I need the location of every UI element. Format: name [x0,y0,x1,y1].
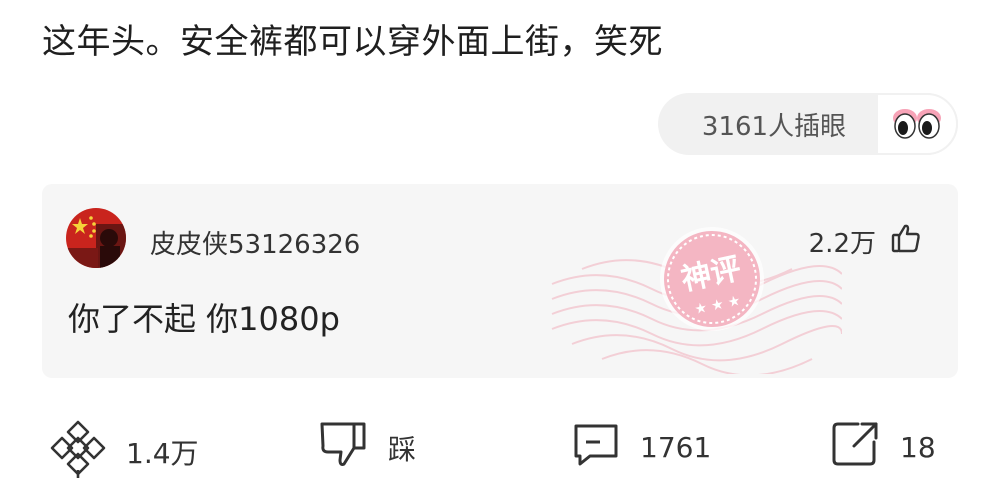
peek-button[interactable]: 3161人插眼 [658,93,958,155]
thumbs-down-icon [318,418,370,477]
share-count: 18 [900,431,936,464]
comment-count: 1761 [640,431,712,464]
share-like-count: 1.4万 [126,436,199,470]
dislike-button[interactable]: 踩 [318,418,416,477]
post-text: 这年头。安全裤都可以穿外面上街，笑死 [42,22,663,62]
god-comment-stamp-icon: 神评 ★ ★ ★ [542,214,843,377]
avatar[interactable] [66,208,126,268]
knot-icon [48,418,108,485]
share-icon [830,418,882,477]
comment-button[interactable]: 1761 [570,418,711,477]
peek-count: 3161人插眼 [701,111,847,142]
eyes-icon [876,93,958,155]
share-like-button[interactable]: 1.4万 [48,418,199,485]
comment-username[interactable]: 皮皮侠53126326 [150,224,360,261]
action-bar: 1.4万 踩 1761 18 [0,400,1000,490]
dislike-label: 踩 [388,432,417,466]
share-button[interactable]: 18 [830,418,936,477]
comment-text: 你了不起 你1080p [68,300,340,338]
comment-icon [570,418,622,477]
thumbs-up-icon [890,222,922,261]
hot-comment-card[interactable]: 皮皮侠53126326 2.2万 你了不起 你1080p 神评 ★ ★ ★ [42,184,958,378]
